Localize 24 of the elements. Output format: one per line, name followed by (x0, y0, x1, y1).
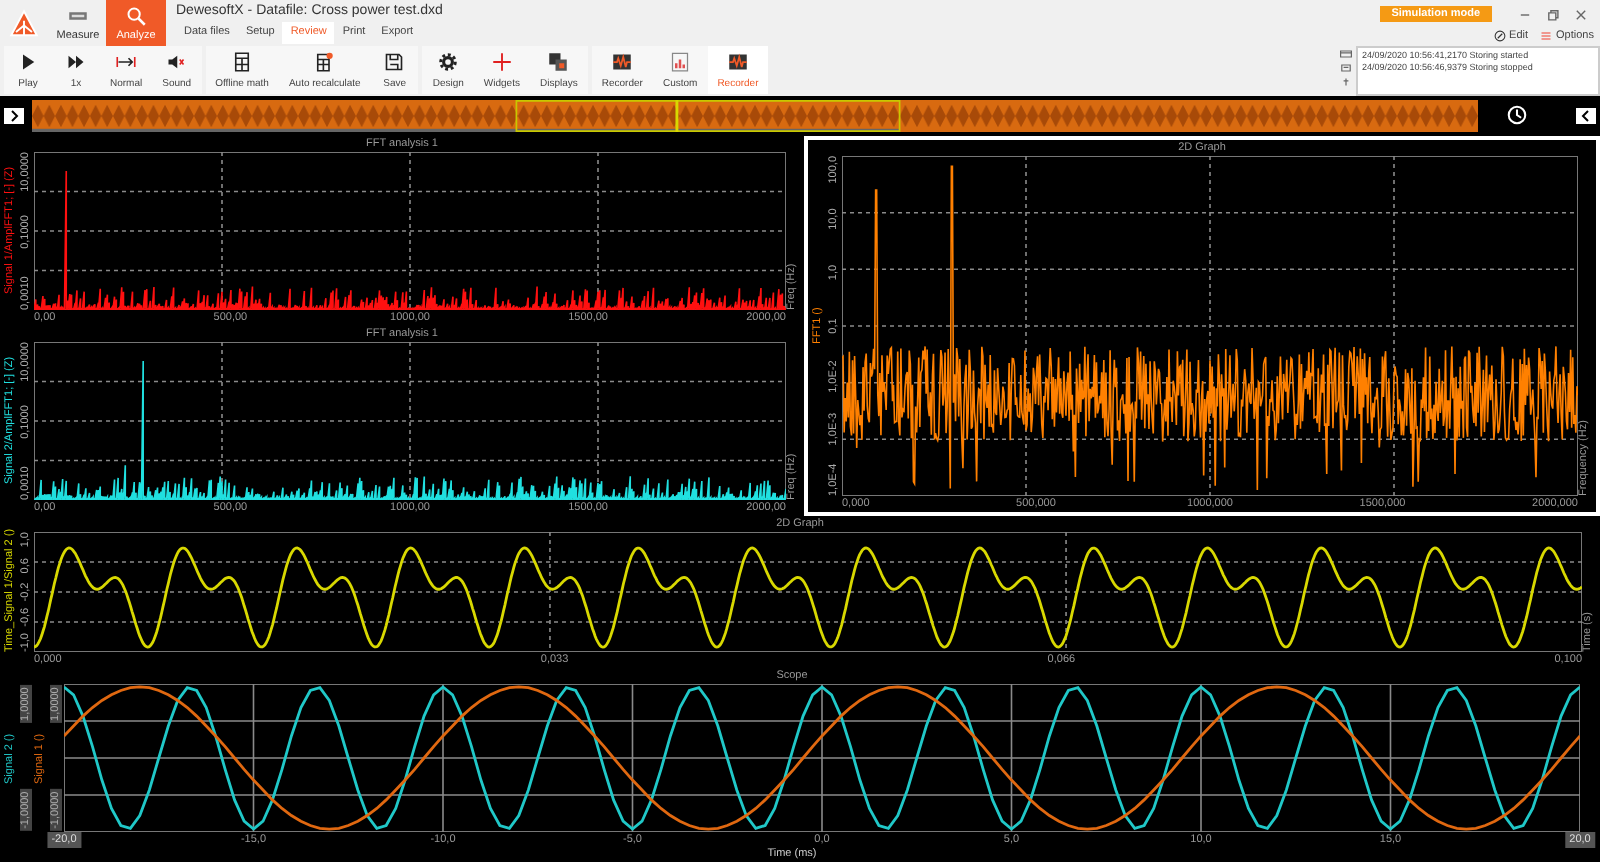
calculator-icon (232, 51, 253, 71)
clock-icon[interactable] (1506, 104, 1528, 126)
search-icon (126, 6, 146, 26)
close-icon[interactable] (1574, 7, 1588, 21)
arrow-icon (116, 51, 137, 71)
chevron-left-icon[interactable] (1576, 107, 1596, 123)
windows-icon (548, 51, 569, 71)
panel-icon[interactable] (1340, 50, 1352, 58)
logo-icon (8, 8, 40, 40)
calculator-icon (314, 51, 335, 71)
chart-icon (670, 51, 691, 71)
restore-icon[interactable] (1546, 7, 1560, 21)
save-icon (384, 51, 405, 71)
plus-icon (491, 51, 512, 71)
fast-forward-icon (66, 51, 86, 71)
speaker-icon (166, 51, 187, 71)
play-icon (18, 51, 38, 71)
timeline-overview-drawing[interactable] (32, 99, 1478, 131)
recorder-icon (612, 51, 633, 71)
chevron-right-icon[interactable] (4, 107, 24, 123)
recorder-icon (727, 51, 748, 71)
settings-icon (438, 51, 459, 71)
menu-icon (1540, 29, 1553, 41)
note-icon[interactable] (1340, 64, 1352, 72)
